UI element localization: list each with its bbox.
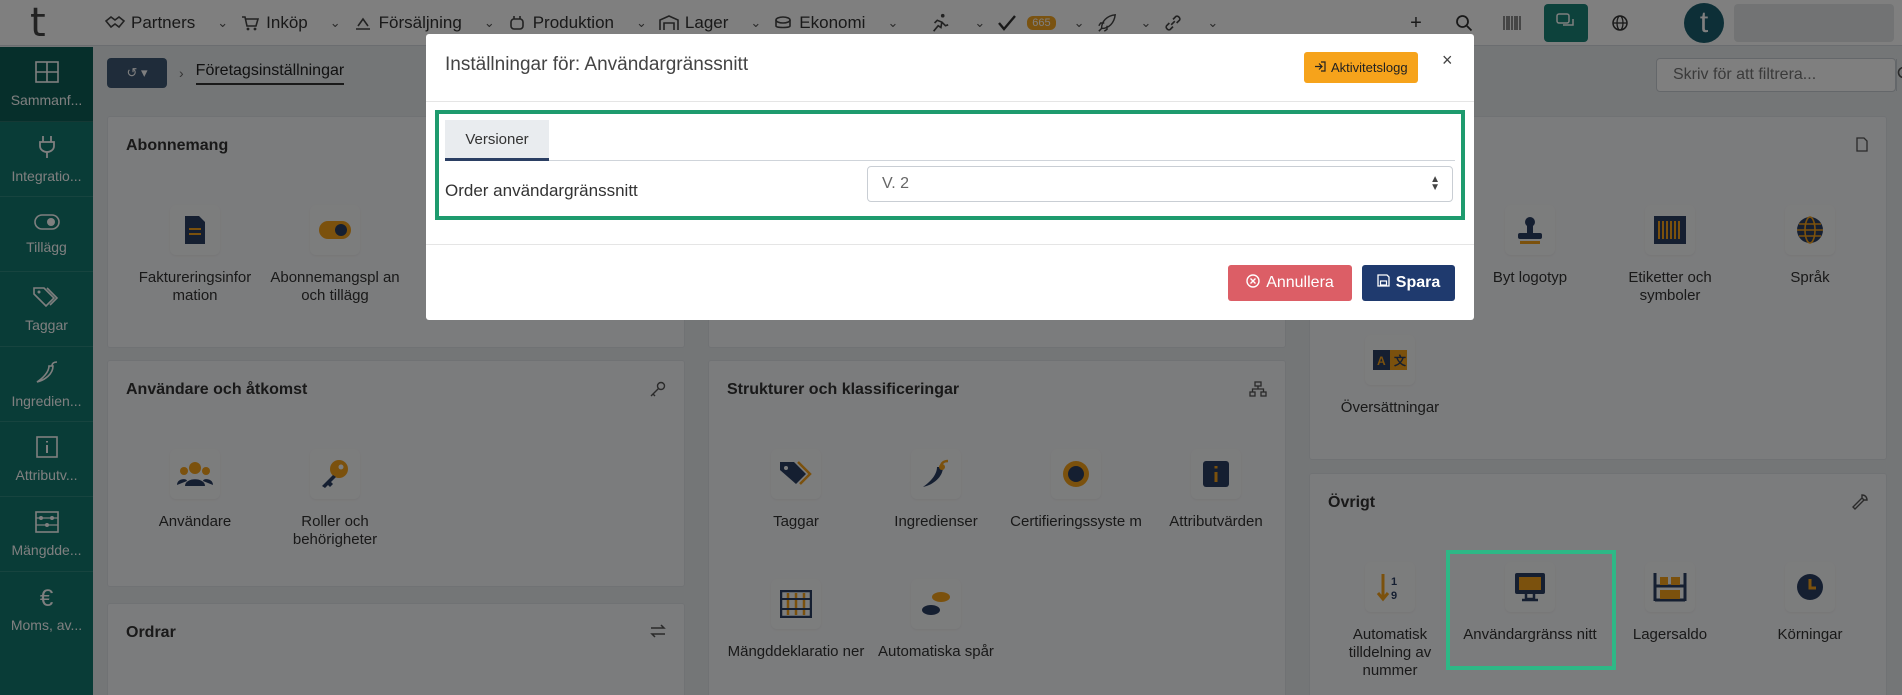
save-button[interactable]: Spara [1362,265,1455,301]
save-icon [1377,274,1390,292]
tab-versioner[interactable]: Versioner [445,120,549,161]
dialog-footer: Annullera Spara [426,244,1474,320]
close-icon[interactable]: × [1442,50,1453,71]
tab-bar: Versioner [445,120,1455,161]
sign-in-icon [1314,60,1326,75]
settings-dialog: Inställningar för: Användargränssnitt Ak… [426,34,1474,320]
activity-log-button[interactable]: Aktivitetslogg [1304,52,1418,83]
highlight-frame-anvandargranssnitt [1446,550,1616,670]
field-label: Order användargränssnitt [445,181,638,200]
dialog-title: Inställningar för: Användargränssnitt [445,54,749,75]
sort-arrows-icon: ▲ ▼ [1430,174,1440,193]
cancel-circle-icon [1246,273,1260,293]
cancel-button[interactable]: Annullera [1228,265,1352,301]
dialog-header: Inställningar för: Användargränssnitt Ak… [426,34,1474,102]
version-select[interactable]: V. 2 ▲ ▼ [867,166,1453,202]
dialog-body: Versioner Order användargränssnitt V. 2 … [435,110,1465,220]
select-value: V. 2 [882,175,909,192]
